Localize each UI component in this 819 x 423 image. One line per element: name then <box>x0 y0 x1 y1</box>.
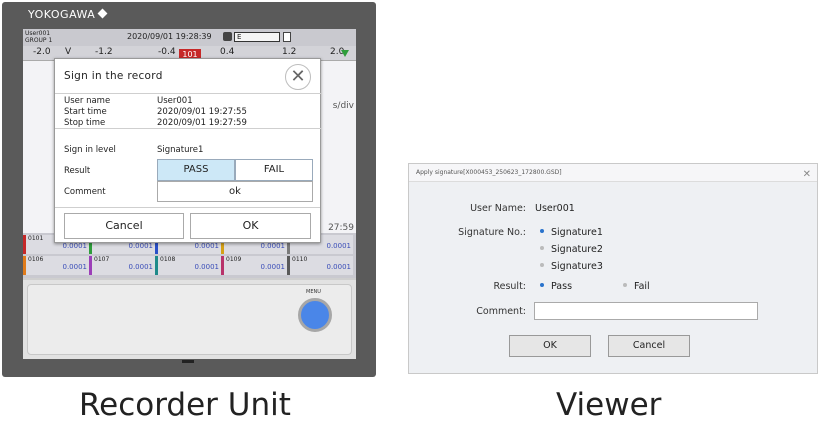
channel-item[interactable]: 0108 0.0001 <box>155 256 221 275</box>
info-value: User001 <box>157 96 193 106</box>
info-label: Stop time <box>64 118 106 128</box>
scale-label: -2.0 <box>33 47 51 57</box>
radio-icon <box>540 263 544 267</box>
signature-option-2[interactable]: Signature2 <box>540 244 603 255</box>
signature-label: Signature No.: <box>458 227 526 238</box>
result-fail-radio[interactable]: Fail <box>623 281 650 292</box>
scale-unit: V <box>65 47 72 57</box>
comment-input[interactable] <box>534 302 758 320</box>
sign-level-label: Sign in level <box>64 145 116 155</box>
radio-selected-icon <box>540 229 544 233</box>
info-label: User name <box>64 96 111 106</box>
radio-icon <box>623 283 627 287</box>
channel-item[interactable]: 0107 0.0001 <box>89 256 155 275</box>
viewer-dialog: Apply signature[X000453_250623_172800.GS… <box>408 163 818 374</box>
result-label: Result <box>64 166 91 176</box>
scale-label: -0.4 <box>158 47 176 57</box>
divider <box>55 207 320 208</box>
cancel-button[interactable]: Cancel <box>608 335 690 357</box>
status-bar: User001 GROUP 1 2020/09/01 19:28:39 E <box>23 29 356 46</box>
caption-viewer: Viewer <box>556 387 662 423</box>
info-value: 2020/09/01 19:27:59 <box>157 118 247 128</box>
scale-triangle-icon <box>341 50 349 57</box>
memory-icon <box>223 32 232 41</box>
trend-time-label: 27:59 <box>328 223 354 233</box>
close-icon[interactable]: ✕ <box>803 166 811 184</box>
comment-field[interactable]: ok <box>157 181 313 202</box>
brand-logo: YOKOGAWA <box>28 8 108 21</box>
channel-item[interactable]: 0109 0.0001 <box>221 256 287 275</box>
channel-item[interactable]: 0110 0.0001 <box>287 256 353 275</box>
memory-status-box: E <box>234 32 280 42</box>
close-icon[interactable]: ✕ <box>285 64 311 90</box>
info-label: Start time <box>64 107 107 117</box>
scale-label: -1.2 <box>95 47 113 57</box>
recorder-lower-panel: MENU <box>23 278 356 359</box>
trend-unit-label: s/div <box>332 101 354 111</box>
viewer-title: Apply signature[X000453_250623_172800.GS… <box>409 164 817 182</box>
channel-item[interactable]: 0106 0.0001 <box>23 256 89 275</box>
card-slot <box>182 360 194 363</box>
comment-label: Comment: <box>476 306 526 317</box>
sign-level-value[interactable]: Signature1 <box>157 145 203 155</box>
result-pass-radio[interactable]: Pass <box>540 281 572 292</box>
ok-button[interactable]: OK <box>509 335 591 357</box>
signature-option-3[interactable]: Signature3 <box>540 261 603 272</box>
pass-button[interactable]: PASS <box>157 159 235 181</box>
user-name-value: User001 <box>535 203 575 214</box>
dialog-title: Sign in the record <box>64 70 163 82</box>
result-label: Result: <box>493 281 526 292</box>
menu-label: MENU <box>306 289 321 295</box>
menu-button[interactable] <box>298 298 332 332</box>
scale-label: 1.2 <box>282 47 297 57</box>
status-user-group: User001 GROUP 1 <box>25 30 53 44</box>
record-info: User name User001 Start time 2020/09/01 … <box>55 93 322 129</box>
user-name-label: User Name: <box>470 203 526 214</box>
fail-button[interactable]: FAIL <box>235 159 313 181</box>
scale-label: 0.4 <box>220 47 235 57</box>
info-value: 2020/09/01 19:27:55 <box>157 107 247 117</box>
ok-button[interactable]: OK <box>190 213 311 239</box>
caption-recorder-unit: Recorder Unit <box>79 387 291 423</box>
radio-icon <box>540 246 544 250</box>
signature-option-1[interactable]: Signature1 <box>540 227 603 238</box>
sign-record-dialog: Sign in the record ✕ User name User001 S… <box>54 58 322 243</box>
document-icon <box>283 32 291 42</box>
cancel-button[interactable]: Cancel <box>64 213 184 239</box>
comment-label: Comment <box>64 187 106 197</box>
status-datetime: 2020/09/01 19:28:39 <box>127 32 212 41</box>
radio-selected-icon <box>540 283 544 287</box>
